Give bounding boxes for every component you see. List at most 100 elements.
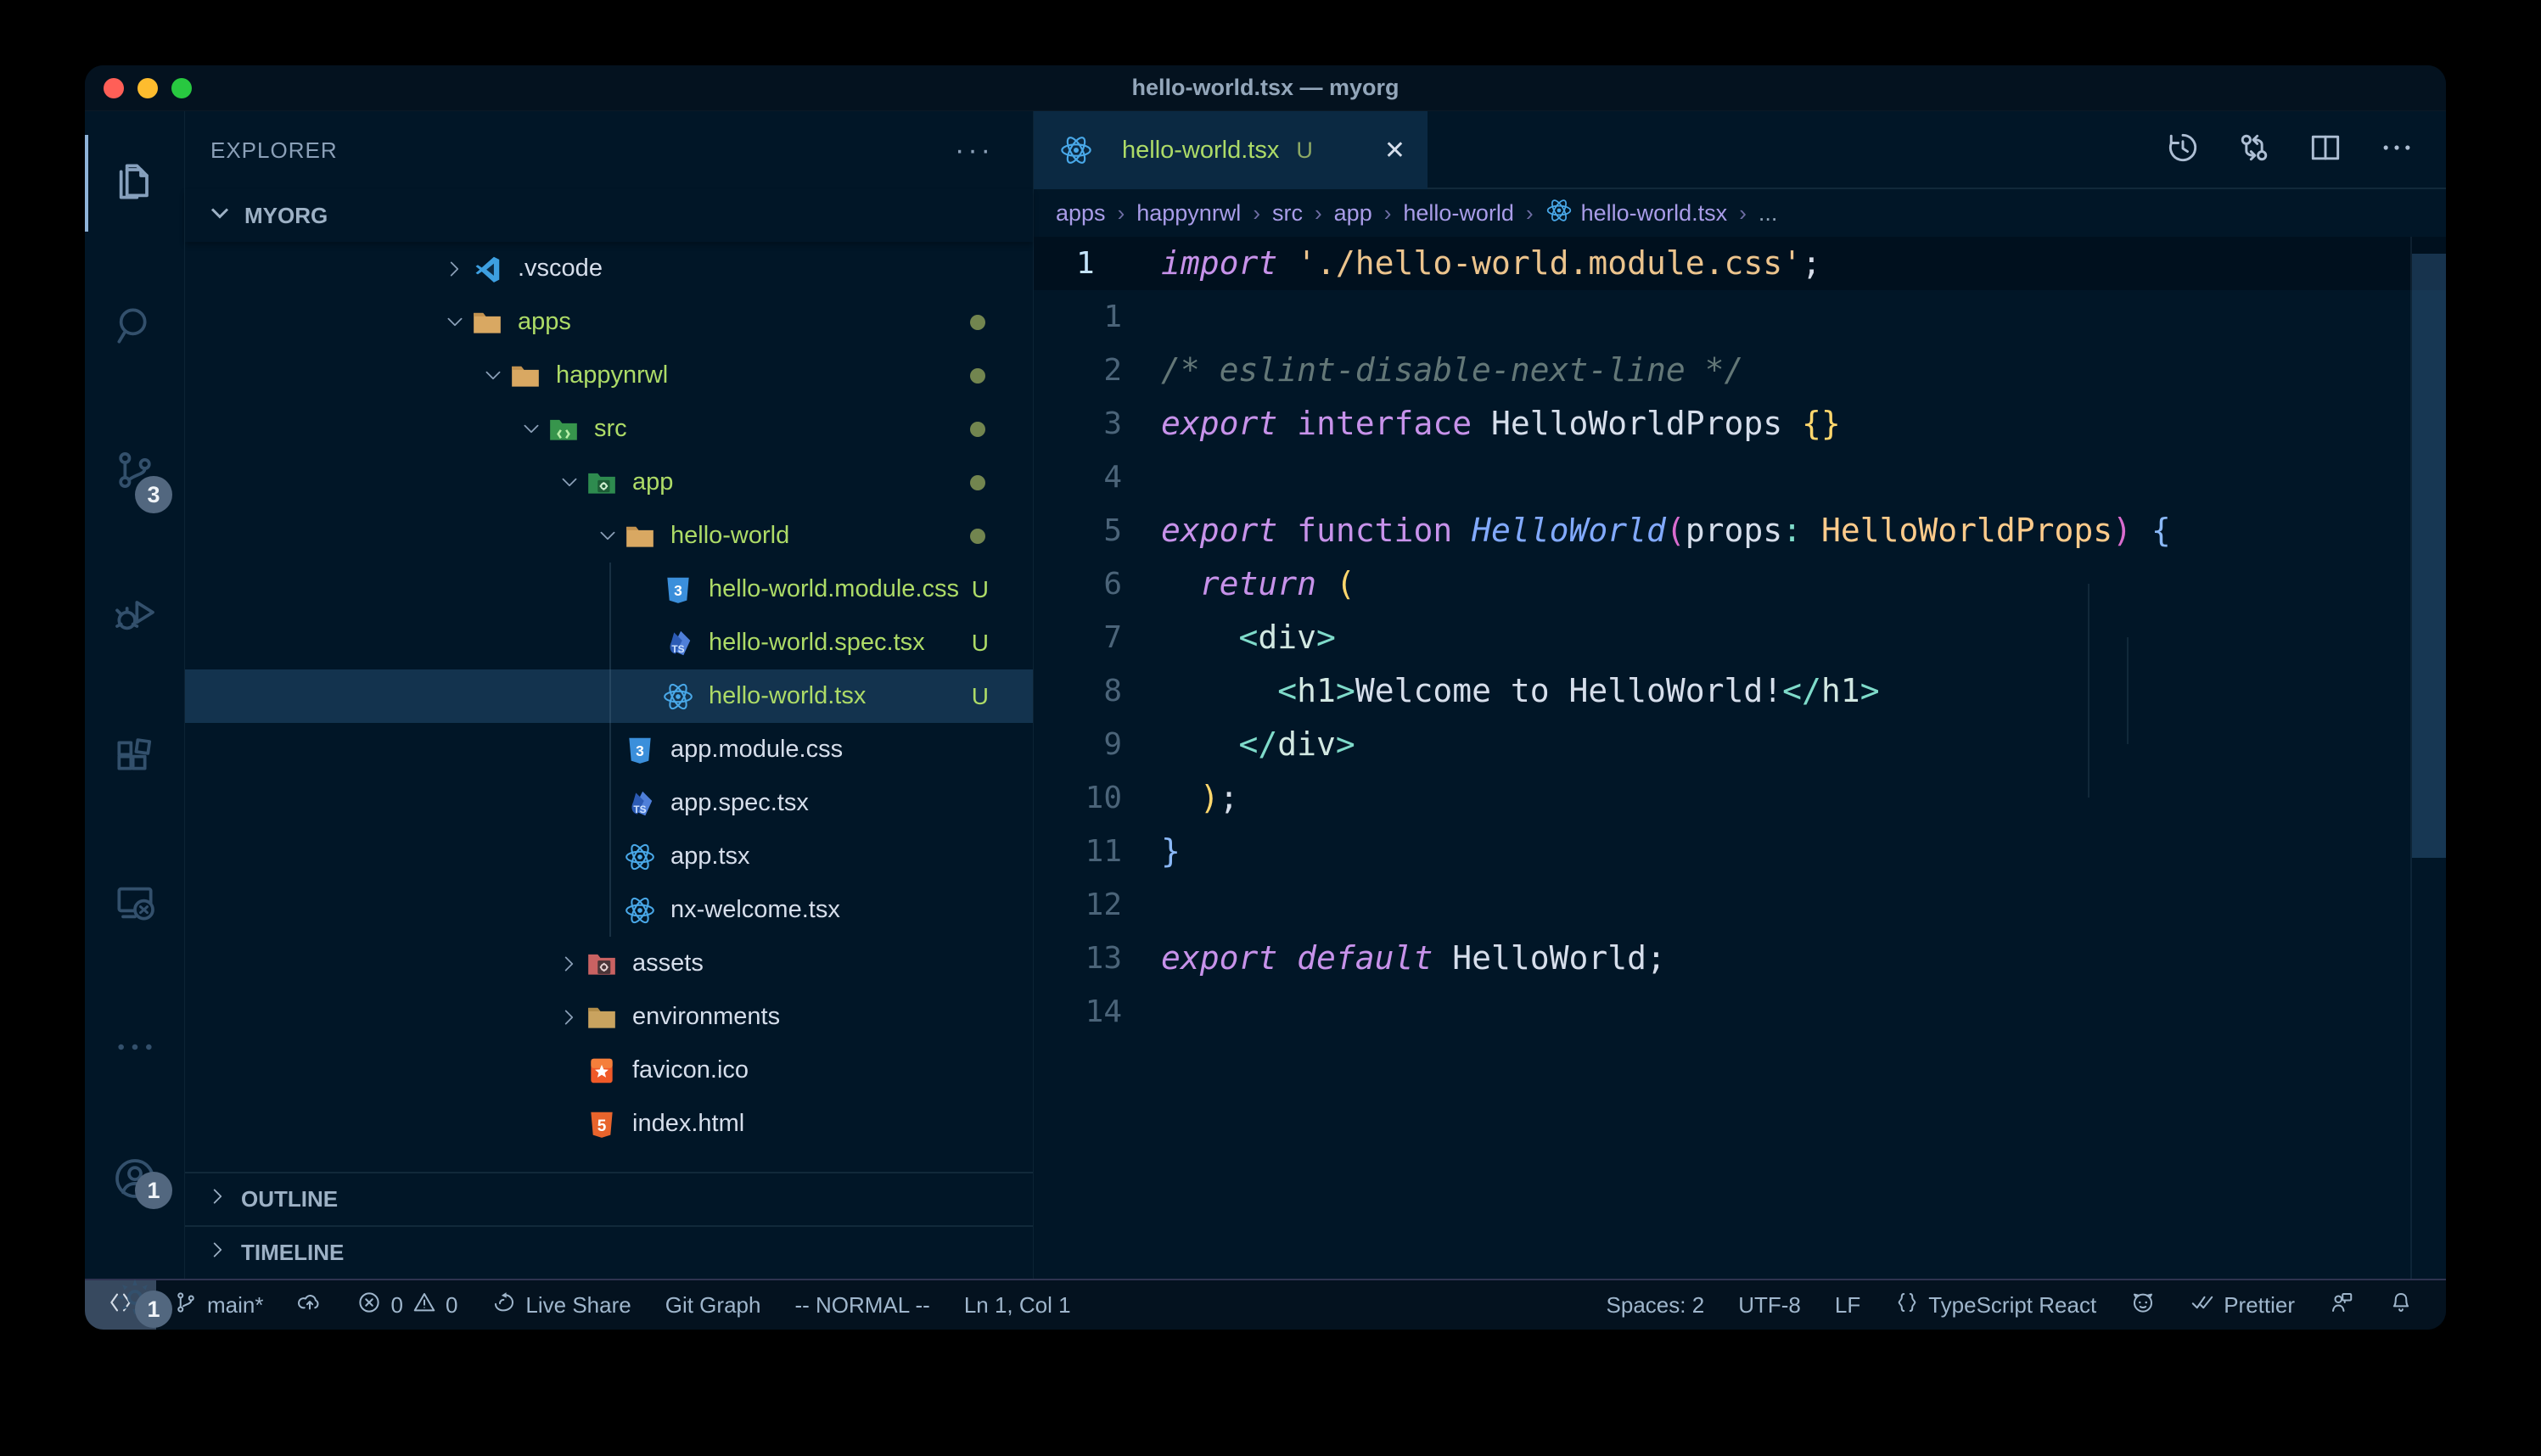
breadcrumb-item-happynrwl[interactable]: happynrwl	[1136, 200, 1241, 227]
activity-bar-item-source-control[interactable]: 3	[85, 400, 184, 544]
code-line-11[interactable]: 10 );	[1034, 771, 2446, 825]
status-item-indentation[interactable]: Spaces: 2	[1590, 1280, 1722, 1330]
error-icon	[356, 1290, 382, 1321]
badge: 1	[135, 1291, 172, 1328]
tree-item-happynrwl[interactable]: happynrwl	[185, 349, 1033, 402]
tab-untracked-badge: U	[1296, 137, 1313, 164]
activity-bar-item-search[interactable]	[85, 255, 184, 400]
tree-item-index-html[interactable]: 5index.html	[185, 1097, 1033, 1151]
section-header-timeline[interactable]: TIMELINE	[185, 1225, 1033, 1279]
code-line-9[interactable]: 8 <h1>Welcome to HelloWorld!</h1>	[1034, 664, 2446, 718]
tree-item--vscode[interactable]: .vscode	[185, 242, 1033, 295]
code-line-10[interactable]: 9 </div>	[1034, 718, 2446, 771]
status-item-eol[interactable]: LF	[1818, 1280, 1877, 1330]
status-item-cursor-position[interactable]: Ln 1, Col 1	[947, 1280, 1088, 1330]
svg-text:3: 3	[674, 582, 682, 599]
tree-item-label: app.spec.tsx	[670, 789, 1033, 817]
activity-bar-item-settings[interactable]: 1	[85, 1240, 184, 1330]
line-number: 2	[1034, 344, 1161, 397]
breadcrumb-symbol-trailing[interactable]: ...	[1759, 200, 1778, 227]
tree-item-environments[interactable]: environments	[185, 990, 1033, 1044]
tree-item-label: src	[594, 415, 970, 443]
code-line-5[interactable]: 4	[1034, 451, 2446, 504]
status-item-language-mode[interactable]: TypeScript React	[1877, 1280, 2113, 1330]
status-item-live-share[interactable]: Live Share	[474, 1280, 648, 1330]
status-item-encoding[interactable]: UTF-8	[1721, 1280, 1818, 1330]
code-line-8[interactable]: 7 <div>	[1034, 611, 2446, 664]
activity-bar-item-remote-explorer[interactable]	[85, 832, 184, 977]
more-actions-button[interactable]	[2378, 129, 2415, 171]
code-editor[interactable]: 1import './hello-world.module.css';12/* …	[1034, 237, 2446, 1279]
code-line-content: import './hello-world.module.css';	[1161, 237, 2446, 290]
tree-item-hello-world[interactable]: hello-world	[185, 509, 1033, 563]
code-line-7[interactable]: 6 return (	[1034, 557, 2446, 611]
section-header-outline[interactable]: OUTLINE	[185, 1172, 1033, 1225]
code-line-content	[1161, 985, 2446, 1039]
line-number: 1	[1034, 290, 1161, 344]
status-item-feedback[interactable]	[2312, 1280, 2371, 1330]
status-item-github[interactable]	[2113, 1280, 2173, 1330]
breadcrumb-item-file[interactable]: hello-world.tsx	[1545, 197, 1728, 230]
breadcrumb-item-hello-world[interactable]: hello-world	[1403, 200, 1514, 227]
breadcrumb-item-app[interactable]: app	[1334, 200, 1372, 227]
code-line-content	[1161, 451, 2446, 504]
code-line-3[interactable]: 2/* eslint-disable-next-line */	[1034, 344, 2446, 397]
tree-item-src[interactable]: src	[185, 402, 1033, 456]
breadcrumb: apps›happynrwl›src›app›hello-world›hello…	[1034, 189, 2446, 237]
code-line-12[interactable]: 11}	[1034, 825, 2446, 878]
status-item-problems[interactable]: 00	[339, 1280, 474, 1330]
tree-item-label: app	[632, 468, 970, 496]
activity-bar-item-run-debug[interactable]	[85, 544, 184, 688]
line-number: 11	[1034, 825, 1161, 878]
code-line-4[interactable]: 3export interface HelloWorldProps {}	[1034, 397, 2446, 451]
split-editor-button[interactable]	[2307, 129, 2344, 171]
tree-item-favicon-ico[interactable]: favicon.ico	[185, 1044, 1033, 1097]
status-item-notifications[interactable]	[2371, 1280, 2431, 1330]
code-line-content	[1161, 878, 2446, 932]
code-line-13[interactable]: 12	[1034, 878, 2446, 932]
status-item-label: 0	[390, 1292, 402, 1319]
scrollbar-slider[interactable]	[2412, 254, 2446, 858]
tree-item-apps[interactable]: apps	[185, 295, 1033, 349]
css-icon: 3	[661, 573, 695, 607]
file-tree: .vscodeappshappynrwlsrcapphello-world3he…	[185, 242, 1033, 1172]
code-line-14[interactable]: 13export default HelloWorld;	[1034, 932, 2446, 985]
activity-bar-item-accounts[interactable]: 1	[85, 1121, 184, 1240]
test-icon: TS	[623, 787, 657, 820]
line-number: 1	[1034, 237, 1161, 290]
code-line-2[interactable]: 1	[1034, 290, 2446, 344]
tab-hello-world-tsx[interactable]: hello-world.tsx U ✕	[1034, 111, 1428, 189]
activity-bar-item-extensions[interactable]	[85, 688, 184, 832]
status-item-publish-changes[interactable]	[280, 1280, 339, 1330]
section-label: TIMELINE	[241, 1240, 344, 1266]
code-line-15[interactable]: 14	[1034, 985, 2446, 1039]
vscode-window: hello-world.tsx — myorg 311 EXPLORER ···…	[85, 65, 2446, 1330]
open-changes-button[interactable]	[2235, 129, 2273, 171]
open-timeline-button[interactable]	[2164, 129, 2202, 171]
zoom-window-button[interactable]	[171, 78, 192, 98]
tree-root-myorg[interactable]: MYORG	[185, 189, 1033, 242]
breadcrumb-item-src[interactable]: src	[1272, 200, 1303, 227]
code-line-1[interactable]: 1import './hello-world.module.css';	[1034, 237, 2446, 290]
tree-item-label: hello-world	[670, 522, 970, 550]
chevron-down-icon	[592, 525, 623, 547]
status-item-label: TypeScript React	[1928, 1292, 2096, 1319]
status-item-label: 0	[446, 1292, 457, 1319]
editor-group: hello-world.tsx U ✕ apps›happynrwl›src›a…	[1034, 111, 2446, 1279]
activity-bar: 311	[85, 111, 185, 1279]
status-item-git-graph[interactable]: Git Graph	[648, 1280, 778, 1330]
minimize-window-button[interactable]	[137, 78, 158, 98]
close-window-button[interactable]	[104, 78, 124, 98]
views-and-more-actions-button[interactable]: ···	[955, 134, 994, 167]
chevron-separator: ›	[1734, 200, 1752, 227]
code-line-6[interactable]: 5export function HelloWorld(props: Hello…	[1034, 504, 2446, 557]
status-item-vim-mode[interactable]: -- NORMAL --	[777, 1280, 946, 1330]
breadcrumb-item-apps[interactable]: apps	[1056, 200, 1106, 227]
status-item-prettier[interactable]: Prettier	[2173, 1280, 2312, 1330]
test-icon: TS	[661, 626, 695, 660]
tree-item-app[interactable]: app	[185, 456, 1033, 509]
tree-item-assets[interactable]: assets	[185, 937, 1033, 990]
activity-bar-item-more-views[interactable]	[85, 977, 184, 1121]
close-tab-button[interactable]: ✕	[1384, 136, 1405, 165]
activity-bar-item-explorer[interactable]	[85, 111, 184, 255]
